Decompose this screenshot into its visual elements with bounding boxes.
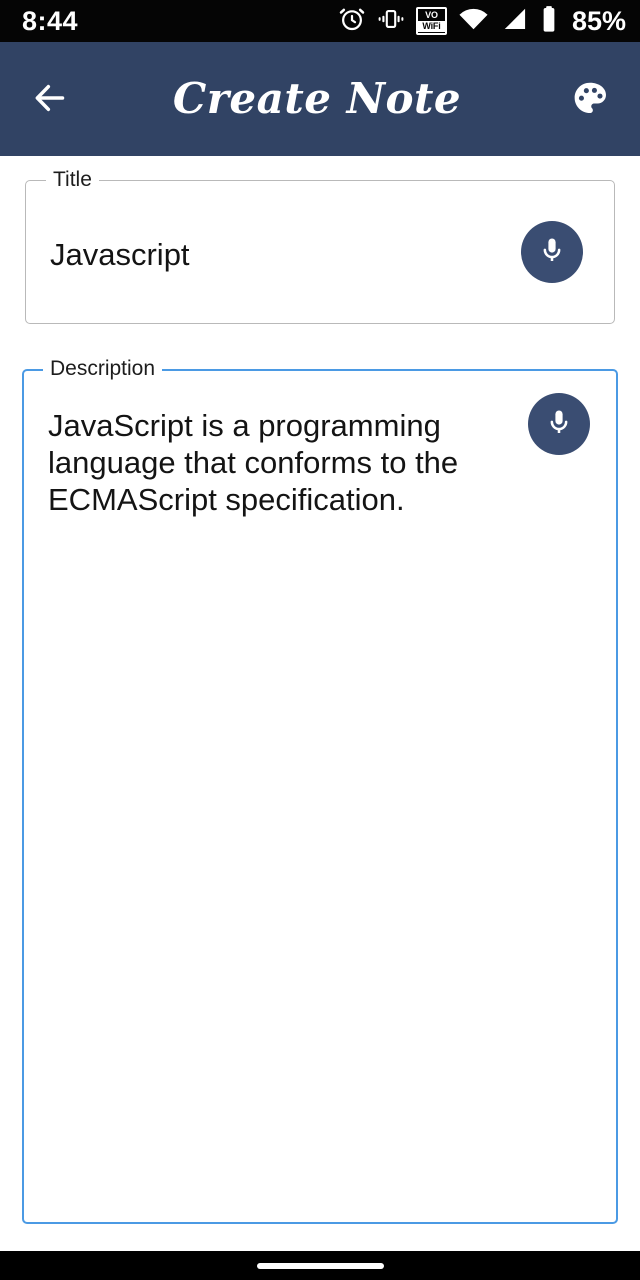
status-bar-clock: 8:44: [22, 5, 79, 36]
wifi-icon: [458, 5, 489, 38]
app-screen: 8:44 VO WiFi 85% Create Note Title Javas…: [0, 0, 640, 1280]
note-form: Title Javascript Description JavaScript …: [0, 156, 640, 1251]
arrow-left-icon: [30, 78, 70, 121]
title-voice-input-button[interactable]: [521, 221, 583, 283]
description-input[interactable]: JavaScript is a programming language tha…: [48, 407, 522, 518]
back-button[interactable]: [22, 71, 78, 127]
alarm-clock-icon: [338, 5, 366, 38]
description-voice-input-button[interactable]: [528, 393, 590, 455]
vowifi-label-bottom: WiFi: [417, 21, 445, 32]
cellular-signal-icon: [500, 5, 528, 38]
microphone-icon: [543, 407, 575, 442]
home-gesture-pill[interactable]: [256, 1262, 384, 1269]
title-input[interactable]: Javascript: [50, 236, 515, 273]
vowifi-label-top: VO: [425, 10, 438, 20]
title-field[interactable]: Title Javascript: [25, 169, 615, 324]
status-bar-icons: VO WiFi 85%: [338, 5, 626, 38]
description-field-label: Description: [43, 358, 163, 380]
microphone-icon: [536, 235, 568, 270]
system-navigation-bar: [0, 1251, 640, 1280]
status-bar: 8:44 VO WiFi 85%: [0, 0, 640, 42]
description-field[interactable]: Description JavaScript is a programming …: [22, 358, 618, 1224]
vibrate-icon: [377, 5, 405, 38]
title-field-label: Title: [46, 169, 99, 191]
battery-percentage: 85%: [571, 5, 626, 36]
vowifi-icon: VO WiFi: [415, 7, 447, 35]
battery-icon: [539, 5, 559, 38]
page-title: Create Note: [172, 74, 462, 123]
color-palette-icon: [571, 79, 609, 120]
color-palette-button[interactable]: [562, 71, 618, 127]
app-bar: Create Note: [0, 42, 640, 156]
